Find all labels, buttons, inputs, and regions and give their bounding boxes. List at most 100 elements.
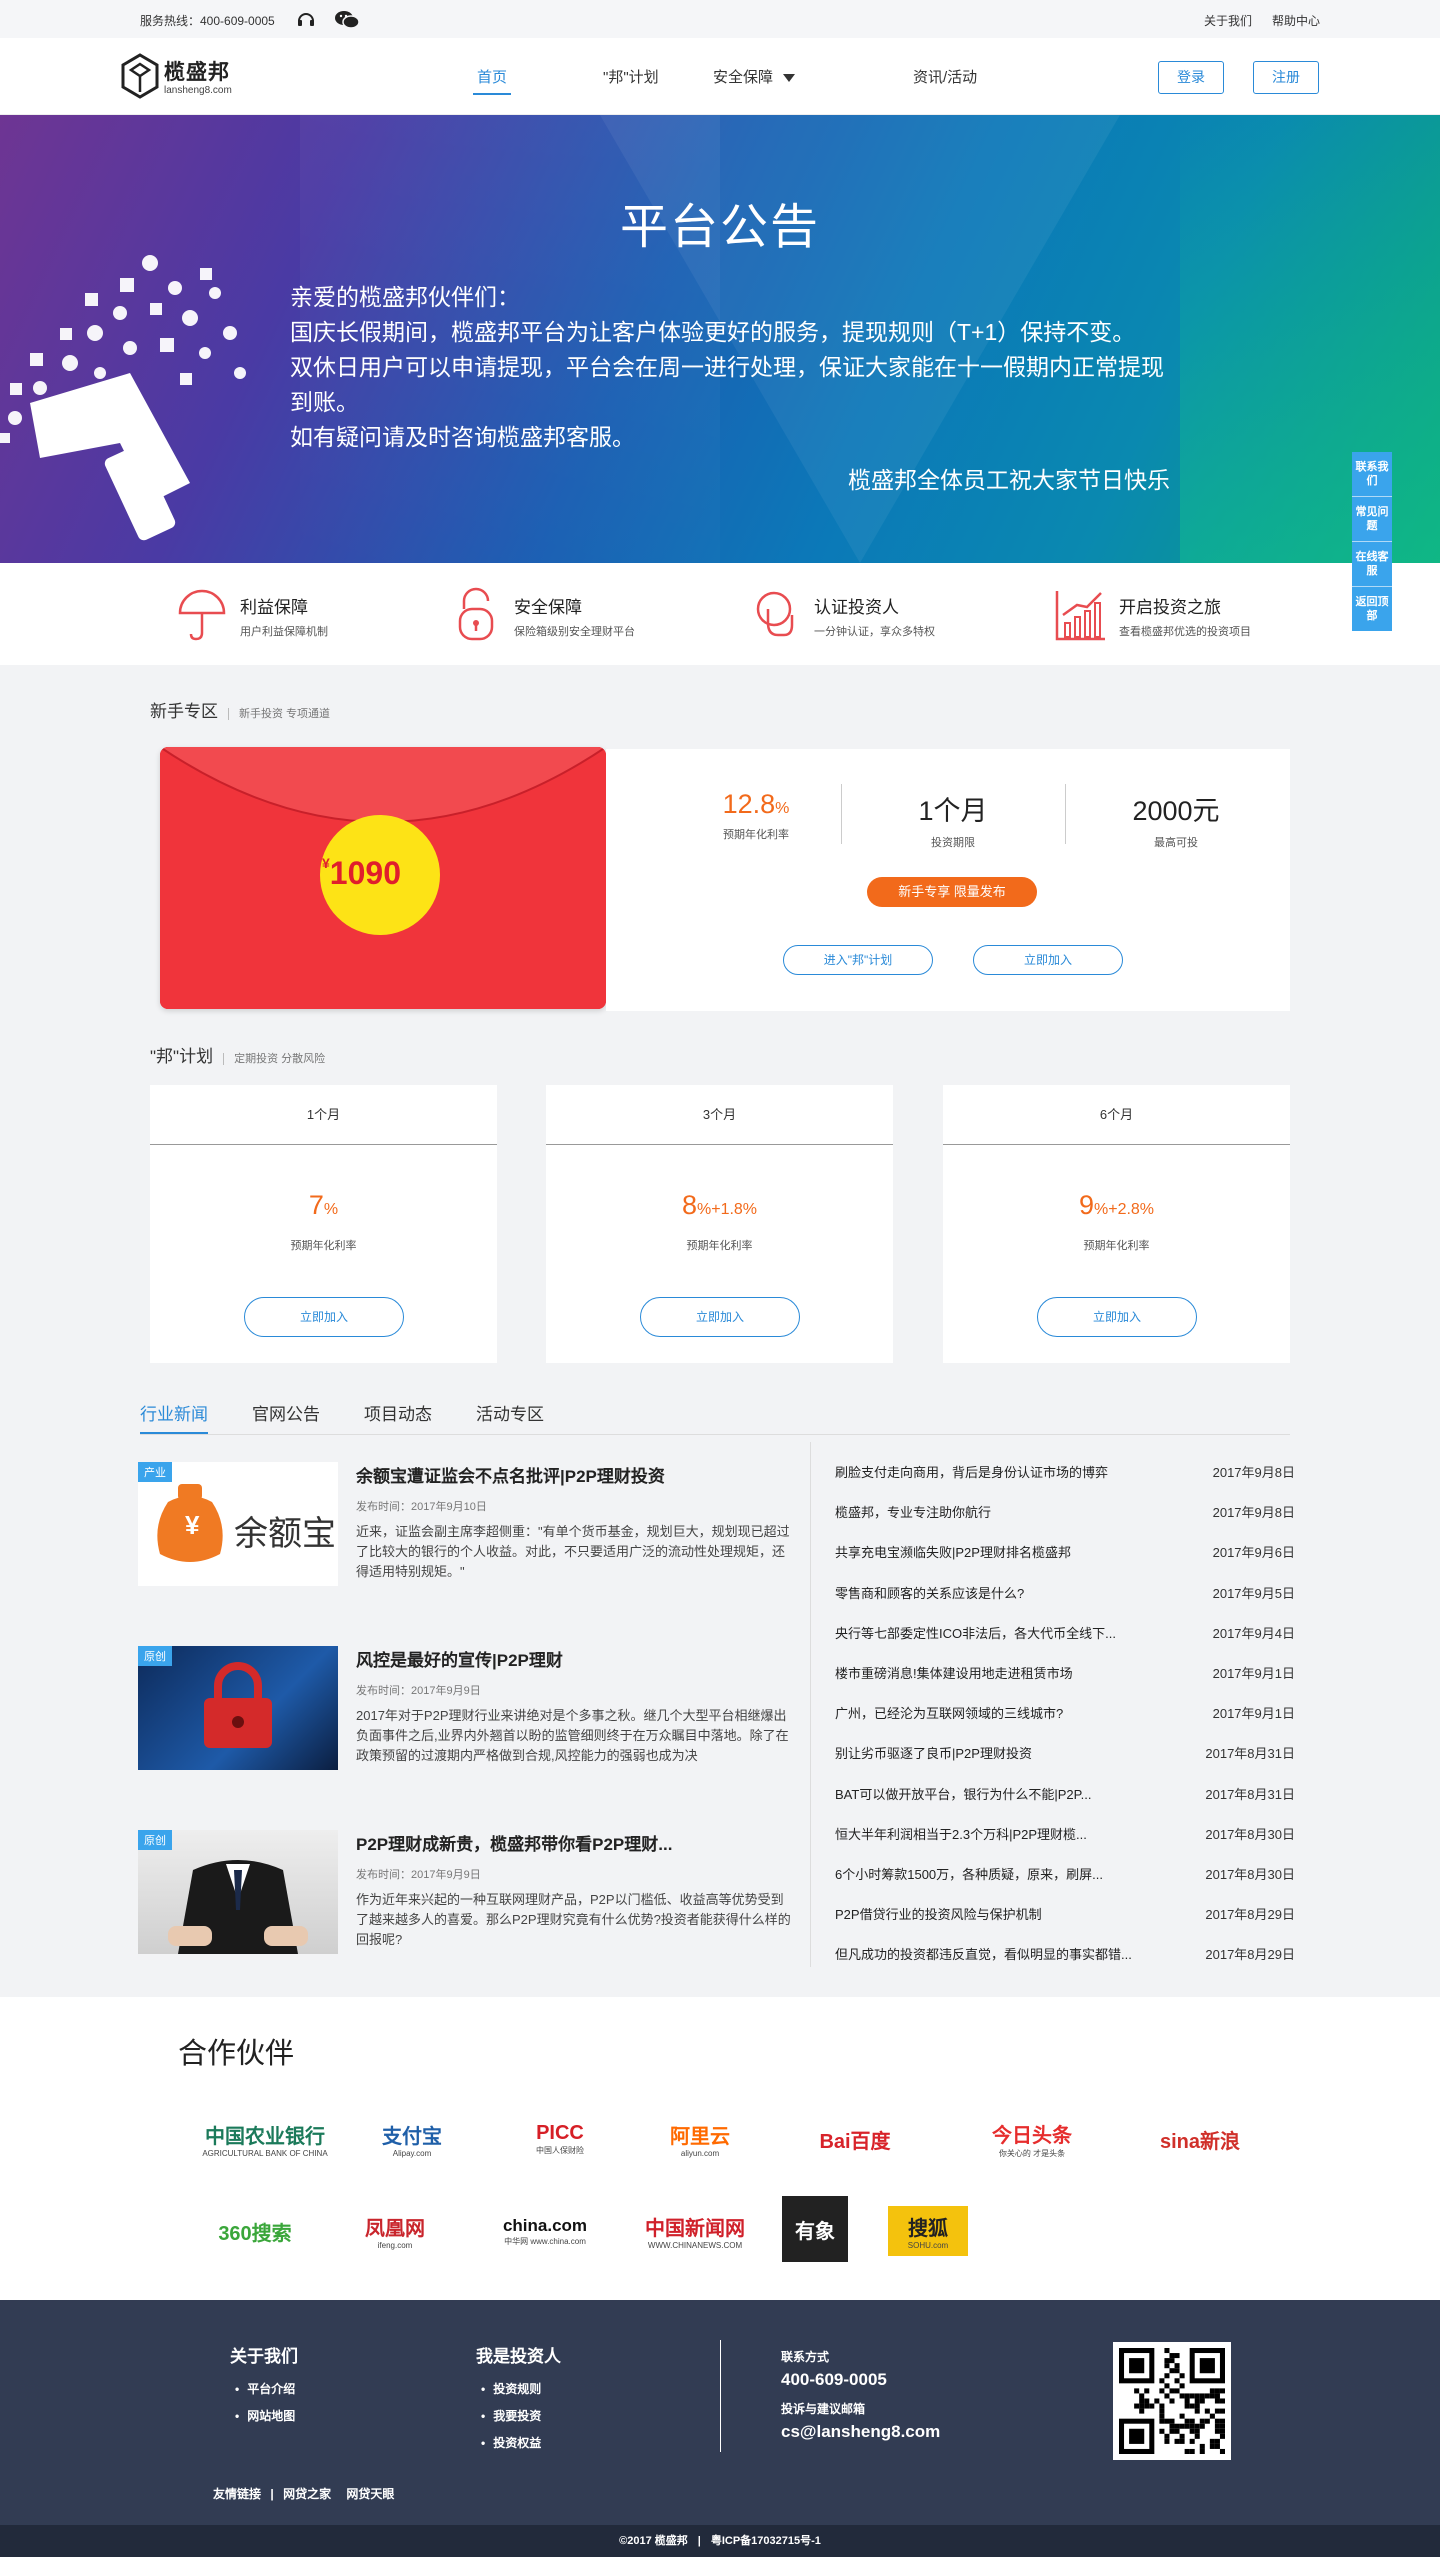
news-item-title[interactable]: 榄盛邦，专业专注助你航行	[835, 1502, 1155, 1521]
banner-line: 亲爱的榄盛邦伙伴们：	[290, 284, 520, 310]
news-article[interactable]: 产业 ¥ 余额宝 余额宝遭证监会不点名批评|P2P理财投资 发布时间：2017年…	[138, 1462, 798, 1590]
news-list-item[interactable]: P2P借贷行业的投资风险与保护机制 2017年8月29日	[835, 1904, 1295, 1944]
news-item-date: 2017年9月1日	[1212, 1706, 1295, 1722]
news-list-item[interactable]: 楼市重磅消息!集体建设用地走进租赁市场 2017年9月1日	[835, 1663, 1295, 1703]
news-list-item[interactable]: 央行等七部委定性ICO非法后，各大代币全线下... 2017年9月4日	[835, 1623, 1295, 1663]
period-label: 投资期限	[931, 837, 975, 849]
partner-logo[interactable]: 支付宝 Alipay.com	[352, 2114, 472, 2164]
article-tag: 原创	[138, 1830, 172, 1850]
news-item-title[interactable]: 共享充电宝濒临失败|P2P理财排名榄盛邦	[835, 1542, 1155, 1561]
news-item-date: 2017年8月29日	[1205, 1907, 1295, 1923]
article-thumbnail[interactable]: 原创	[138, 1646, 338, 1770]
footer-link[interactable]: 我要投资	[481, 2407, 541, 2424]
article-title[interactable]: 余额宝遭证监会不点名批评|P2P理财投资	[356, 1462, 665, 1487]
back-to-top-button[interactable]: 返回顶部	[1352, 587, 1392, 631]
partner-logo[interactable]: PICC 中国人保财险	[500, 2114, 620, 2164]
footer-link[interactable]: 投资权益	[481, 2434, 541, 2451]
partner-logo[interactable]: 阿里云 aliyun.com	[640, 2114, 760, 2164]
news-item-title[interactable]: BAT可以做开放平台，银行为什么不能|P2P...	[835, 1784, 1155, 1803]
feature-title: 利益保障	[240, 598, 308, 617]
partner-name: PICC	[536, 2122, 584, 2144]
faq-button[interactable]: 常见问题	[1352, 497, 1392, 542]
article-tag: 原创	[138, 1646, 172, 1666]
news-item-title[interactable]: 广州，已经沦为互联网领域的三线城市?	[835, 1703, 1155, 1722]
news-list-item[interactable]: 广州，已经沦为互联网领域的三线城市? 2017年9月1日	[835, 1703, 1295, 1743]
news-article[interactable]: 原创 风控是最好的宣传|P2P理财 发布时间：2017年9月9日 2017年对于…	[138, 1646, 798, 1774]
news-item-title[interactable]: 恒大半年利润相当于2.3个万科|P2P理财榄...	[835, 1824, 1155, 1843]
headset-icon[interactable]	[296, 10, 316, 28]
red-envelope[interactable]: ¥1090	[160, 747, 606, 1009]
news-item-title[interactable]: 6个小时筹款1500万，各种质疑，原来，刷屏...	[835, 1864, 1155, 1883]
footer-link[interactable]: 投资规则	[481, 2380, 541, 2397]
tab-announcements[interactable]: 官网公告	[252, 1400, 320, 1425]
news-item-title[interactable]: 楼市重磅消息!集体建设用地走进租赁市场	[835, 1663, 1155, 1682]
partner-logo[interactable]: 360搜索	[195, 2206, 315, 2256]
news-list-item[interactable]: 零售商和顾客的关系应该是什么? 2017年9月5日	[835, 1583, 1295, 1623]
partner-name: 搜狐	[908, 2218, 948, 2240]
copyright-text: ©2017 榄盛邦	[619, 2535, 688, 2547]
article-title[interactable]: 风控是最好的宣传|P2P理财	[356, 1646, 563, 1671]
newbie-badge: 新手专享 限量发布	[867, 877, 1037, 907]
about-us-link[interactable]: 关于我们	[1204, 12, 1252, 29]
partner-logo[interactable]: china.com 中华网 www.china.com	[480, 2206, 610, 2256]
nav-news[interactable]: 资讯/活动	[913, 66, 977, 87]
login-button[interactable]: 登录	[1158, 61, 1224, 94]
news-list-item[interactable]: 恒大半年利润相当于2.3个万科|P2P理财榄... 2017年8月30日	[835, 1824, 1295, 1864]
help-center-link[interactable]: 帮助中心	[1272, 12, 1320, 29]
plan-join-button[interactable]: 立即加入	[244, 1297, 404, 1337]
partner-logo[interactable]: 有象	[782, 2196, 848, 2262]
article-title[interactable]: P2P理财成新贵，榄盛邦带你看P2P理财...	[356, 1830, 672, 1855]
news-list-item[interactable]: 但凡成功的投资都违反直觉，看似明显的事实都错... 2017年8月29日	[835, 1944, 1295, 1984]
news-item-title[interactable]: 别让劣币驱逐了良币|P2P理财投资	[835, 1743, 1155, 1762]
news-list-item[interactable]: 刷脸支付走向商用，背后是身份认证市场的博弈 2017年9月8日	[835, 1462, 1295, 1502]
plan-join-button[interactable]: 立即加入	[640, 1297, 800, 1337]
hero-banner[interactable]: 平台公告 亲爱的榄盛邦伙伴们： 国庆长假期间，榄盛邦平台为让客户体验更好的服务，…	[0, 115, 1440, 563]
tab-industry-news[interactable]: 行业新闻	[140, 1400, 208, 1434]
news-item-title[interactable]: P2P借贷行业的投资风险与保护机制	[835, 1904, 1155, 1923]
register-button[interactable]: 注册	[1253, 61, 1319, 94]
news-item-title[interactable]: 央行等七部委定性ICO非法后，各大代币全线下...	[835, 1623, 1155, 1642]
partner-logo[interactable]: Bai百度	[790, 2114, 920, 2164]
partner-name: sina新浪	[1159, 2130, 1241, 2153]
carousel-indicator[interactable]	[675, 557, 765, 560]
news-list-item[interactable]: 榄盛邦，专业专注助你航行 2017年9月8日	[835, 1502, 1295, 1542]
enter-bang-plan-button[interactable]: 进入"邦"计划	[783, 945, 933, 975]
partner-logo[interactable]: 凤凰网 ifeng.com	[350, 2206, 440, 2256]
online-service-button[interactable]: 在线客服	[1352, 542, 1392, 587]
qr-code	[1113, 2342, 1231, 2460]
news-item-title[interactable]: 零售商和顾客的关系应该是什么?	[835, 1583, 1155, 1602]
partner-logo[interactable]: 今日头条 你关心的 才是头条	[962, 2114, 1102, 2164]
news-list-item[interactable]: 6个小时筹款1500万，各种质疑，原来，刷屏... 2017年8月30日	[835, 1864, 1295, 1904]
partner-logo[interactable]: sina新浪	[1140, 2114, 1260, 2164]
article-thumbnail[interactable]: 产业 ¥ 余额宝	[138, 1462, 338, 1586]
newbie-join-button[interactable]: 立即加入	[973, 945, 1123, 975]
news-item-title[interactable]: 刷脸支付走向商用，背后是身份认证市场的博弈	[835, 1462, 1155, 1481]
plan-join-button[interactable]: 立即加入	[1037, 1297, 1197, 1337]
news-item-title[interactable]: 但凡成功的投资都违反直觉，看似明显的事实都错...	[835, 1944, 1155, 1963]
nav-home[interactable]: 首页	[472, 66, 512, 95]
article-thumbnail[interactable]: 原创	[138, 1830, 338, 1954]
footer-link[interactable]: 平台介绍	[235, 2380, 295, 2397]
partner-logo[interactable]: 中国新闻网 WWW.CHINANEWS.COM	[640, 2206, 750, 2256]
article-thumb-text: 余额宝	[234, 1515, 336, 1553]
news-list-item[interactable]: 别让劣币驱逐了良币|P2P理财投资 2017年8月31日	[835, 1743, 1295, 1783]
footer-link[interactable]: 网站地图	[235, 2407, 295, 2424]
tab-project-updates[interactable]: 项目动态	[364, 1400, 432, 1425]
nav-security[interactable]: 安全保障	[713, 66, 796, 87]
partner-logo[interactable]: 中国农业银行 AGRICULTURAL BANK OF CHINA	[180, 2114, 350, 2164]
wechat-icon[interactable]	[334, 10, 360, 29]
contact-email[interactable]: cs@lansheng8.com	[781, 2422, 940, 2442]
friend-link[interactable]: 网贷之家	[283, 2487, 331, 2501]
friend-link[interactable]: 网贷天眼	[346, 2487, 394, 2501]
nav-bang-plan[interactable]: "邦"计划	[603, 66, 659, 87]
partner-name: 中国新闻网	[645, 2218, 745, 2240]
article-tag: 产业	[138, 1462, 172, 1482]
partner-logo[interactable]: 搜狐 SOHU.com	[888, 2206, 968, 2256]
newbie-heading: 新手专区 新手投资 专项通道	[150, 697, 331, 722]
contact-us-button[interactable]: 联系我们	[1352, 452, 1392, 497]
tab-activities[interactable]: 活动专区	[476, 1400, 544, 1425]
logo[interactable]: 榄盛邦 lansheng8.com	[120, 52, 250, 104]
news-list-item[interactable]: BAT可以做开放平台，银行为什么不能|P2P... 2017年8月31日	[835, 1784, 1295, 1824]
news-list-item[interactable]: 共享充电宝濒临失败|P2P理财排名榄盛邦 2017年9月6日	[835, 1542, 1295, 1582]
news-article[interactable]: 原创 P2P理财成新贵，榄盛邦带你看P2P理财... 发布时间：2017年9月9…	[138, 1830, 798, 1958]
